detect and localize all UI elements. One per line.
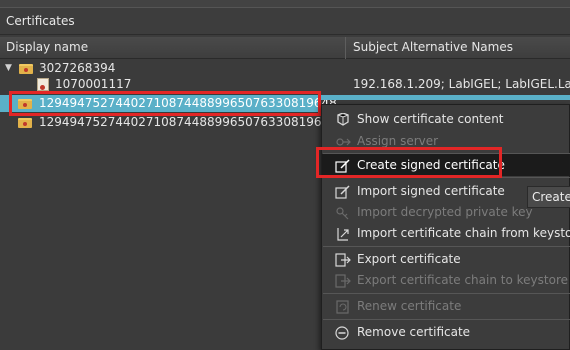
tree-row-san: 192.168.1.209; LabIGEL; LabIGEL.LabA (353, 77, 570, 91)
tree-row-label: 1070001117 (55, 77, 132, 91)
menu-separator (323, 177, 570, 178)
window-title: Certificates (0, 7, 570, 35)
certificate-view-icon (335, 112, 351, 126)
menu-separator (323, 319, 570, 320)
menu-separator (323, 246, 570, 247)
assign-server-icon (335, 134, 351, 148)
menu-label: Export certificate chain to keystore (357, 273, 568, 287)
create-signed-icon (335, 158, 351, 173)
export-icon (335, 252, 351, 267)
folder-icon (18, 118, 32, 128)
menu-assign-server[interactable]: Assign server (322, 130, 570, 152)
certificate-icon (37, 78, 49, 91)
import-chain-icon (335, 226, 351, 241)
remove-icon (335, 325, 351, 340)
menu-remove-certificate[interactable]: Remove certificate (322, 321, 570, 343)
menu-label: Export certificate (357, 252, 461, 266)
import-key-icon (335, 205, 351, 220)
menu-renew-certificate[interactable]: Renew certificate (322, 295, 570, 317)
tree-row-cert[interactable]: 1070001117 192.168.1.209; LabIGEL; LabIG… (0, 76, 570, 93)
menu-import-certificate-chain[interactable]: Import certificate chain from keystore (322, 222, 570, 244)
menu-export-certificate[interactable]: Export certificate (322, 248, 570, 270)
tree-row-label: 129494752744027108744889965076330819648 (39, 115, 337, 129)
column-header: Display name Subject Alternative Names (0, 37, 570, 59)
tree-row-root[interactable]: ▼ 3027268394 (0, 60, 570, 77)
tooltip: Create (527, 186, 570, 208)
menu-export-certificate-chain[interactable]: Export certificate chain to keystore (322, 269, 570, 291)
menu-label: Remove certificate (357, 325, 471, 339)
menu-show-certificate-content[interactable]: Show certificate content (322, 108, 570, 130)
top-strip (0, 0, 570, 7)
import-signed-icon (335, 184, 351, 199)
tree-row-label: 129494752744027108744889965076330819648 (39, 96, 337, 110)
renew-icon (335, 299, 351, 314)
menu-create-signed-certificate[interactable]: Create signed certificate (322, 154, 570, 176)
column-display-name[interactable]: Display name (0, 37, 346, 59)
menu-label: Import signed certificate (357, 184, 505, 198)
selection-extension (321, 95, 570, 100)
menu-label: Show certificate content (357, 112, 504, 126)
menu-label: Create signed certificate (357, 158, 505, 172)
menu-separator (323, 293, 570, 294)
menu-label: Import decrypted private key (357, 205, 533, 219)
export-chain-icon (335, 273, 351, 288)
expand-toggle-icon[interactable]: ▼ (5, 60, 15, 77)
menu-label: Renew certificate (357, 299, 462, 313)
tree-row-label: 3027268394 (39, 61, 116, 75)
menu-label: Import certificate chain from keystore (357, 226, 570, 240)
column-subject-alt-names[interactable]: Subject Alternative Names (347, 37, 570, 59)
context-menu: Show certificate content Assign server C… (321, 104, 570, 350)
menu-label: Assign server (357, 134, 439, 148)
tree-row-selected[interactable]: 129494752744027108744889965076330819648 (0, 95, 337, 112)
folder-icon (18, 99, 32, 109)
folder-icon (19, 64, 33, 74)
